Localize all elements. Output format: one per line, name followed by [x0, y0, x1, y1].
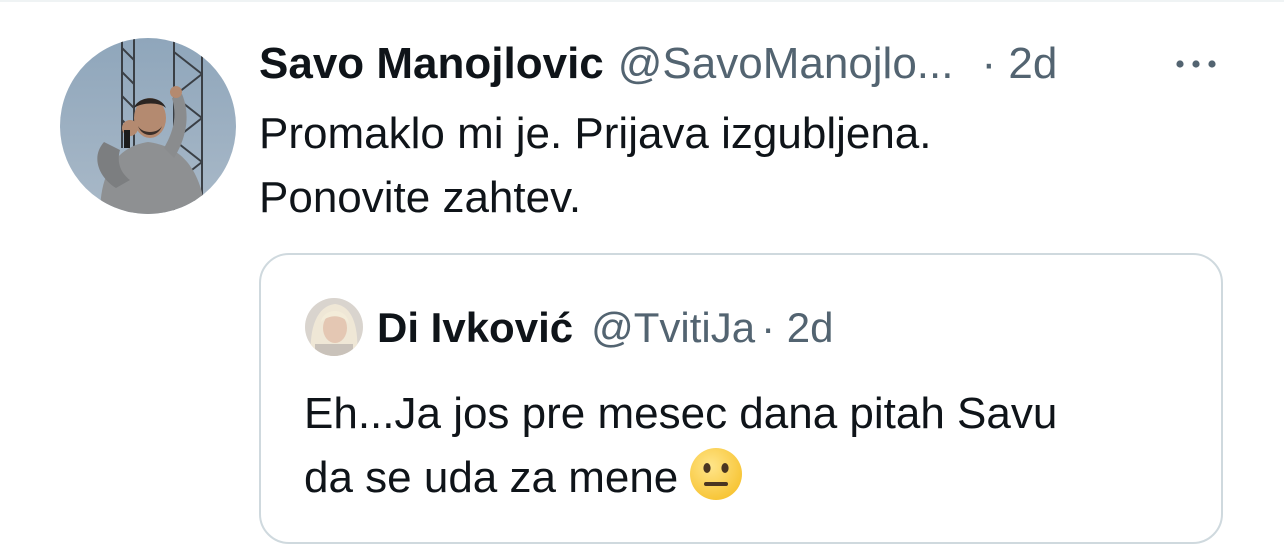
- neutral-face-emoji-icon: [690, 448, 743, 500]
- quoted-tweet-timestamp[interactable]: · 2d: [761, 300, 833, 356]
- quoted-author-avatar-image: [305, 298, 363, 356]
- tweet-header: Savo Manojlovic @SavoManojlo... · 2d: [259, 36, 1057, 92]
- quoted-author-avatar[interactable]: [305, 298, 363, 356]
- quoted-author-name[interactable]: Di Ivković: [377, 300, 573, 356]
- quoted-tweet-text: Eh...Ja jos pre mesec dana pitah Savu da…: [304, 382, 1204, 510]
- quoted-tweet-text-line-1: Eh...Ja jos pre mesec dana pitah Savu: [304, 389, 1058, 438]
- author-avatar-image: [60, 38, 236, 214]
- tweet-text-line-2: Ponovite zahtev.: [259, 173, 582, 222]
- author-handle[interactable]: @SavoManojlo...: [618, 36, 954, 92]
- tweet[interactable]: Savo Manojlovic @SavoManojlo... · 2d Pro…: [0, 0, 1284, 554]
- quoted-author-handle[interactable]: @TvitiJa: [591, 300, 755, 356]
- quoted-tweet-header: Di Ivković @TvitiJa · 2d: [377, 300, 833, 356]
- more-horizontal-icon: [1176, 60, 1216, 68]
- quoted-tweet-text-line-2: da se uda za mene: [304, 446, 1204, 510]
- quoted-tweet-card[interactable]: Di Ivković @TvitiJa · 2d Eh...Ja jos pre…: [259, 253, 1223, 544]
- quoted-tweet-text-line-2-words: da se uda za mene: [304, 453, 679, 502]
- more-options-button[interactable]: [1172, 52, 1220, 76]
- author-avatar[interactable]: [60, 38, 236, 214]
- tweet-timestamp[interactable]: · 2d: [981, 36, 1057, 92]
- tweet-text-line-1: Promaklo mi je. Prijava izgubljena.: [259, 109, 932, 158]
- author-name[interactable]: Savo Manojlovic: [259, 36, 604, 92]
- tweet-text: Promaklo mi je. Prijava izgubljena. Pono…: [259, 102, 1159, 230]
